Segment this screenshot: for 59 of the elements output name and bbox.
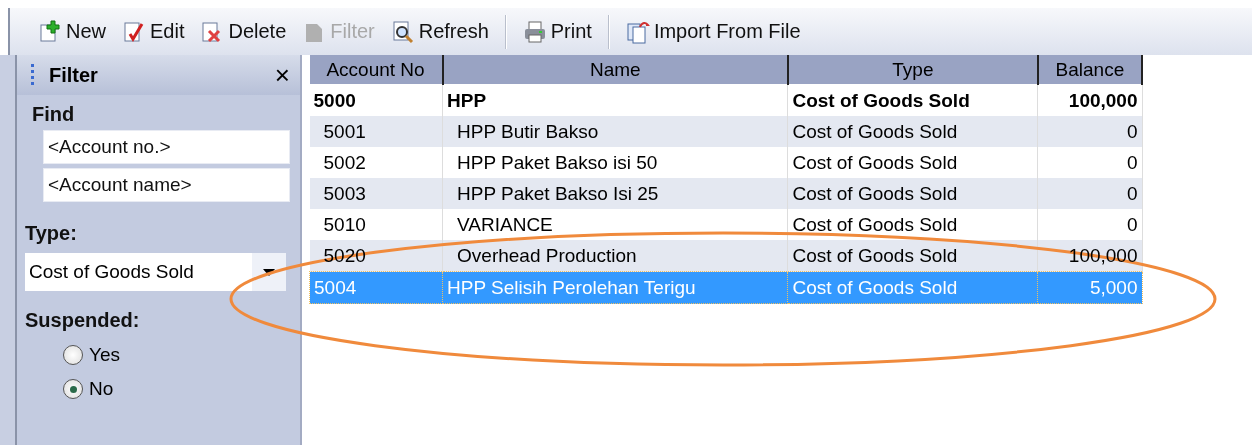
search-field[interactable]: <Account no.> [43,130,290,164]
table-cell: Cost of Goods Sold [792,120,958,142]
table-cell: 0 [1126,120,1138,142]
table-cell: HPP Selisih Perolehan Terigu [447,276,696,298]
toolbar-button[interactable]: Edit [116,17,191,46]
table-cell: HPP Butir Bakso [457,120,599,142]
close-button[interactable]: × [274,59,290,91]
table-cell: HPP Paket Bakso isi 50 [457,151,658,173]
table-row[interactable]: 5001 HPP Butir Bakso Cost of Goods Sold 0 [309,116,1142,147]
edit-document-icon [122,19,146,44]
new-document-icon [38,19,62,44]
table-cell: VARIANCE [457,213,553,235]
table-cell: 0 [1126,182,1138,204]
table-cell: Overhead Production [457,244,637,266]
table-cell: 5010 [323,213,366,235]
table-cell: 0 [1126,213,1138,235]
dropdown-button[interactable] [252,253,286,291]
table-cell: 0 [1126,151,1138,173]
table-cell: Cost of Goods Sold [792,89,970,111]
magnifier-document-icon [390,19,415,44]
column-header[interactable]: Type [787,55,1038,85]
table-cell: 5000 [313,89,356,111]
find-label: Find [32,103,76,126]
table-cell: Cost of Goods Sold [792,244,958,266]
radio-button[interactable] [63,345,83,365]
grip-icon [31,64,35,86]
table-cell: 5003 [323,182,366,204]
column-header[interactable]: Balance [1037,55,1142,85]
table-cell: 5004 [314,276,357,298]
toolbar-separator [607,14,610,49]
caret-icon [263,268,275,276]
type-label: Type: [25,222,78,245]
table-cell: 5002 [323,151,366,173]
panel-title: Filter [49,63,99,87]
table-row[interactable]: 5003 HPP Paket Bakso Isi 25 Cost of Goods Sold 0 [309,178,1142,209]
toolbar-button[interactable]: New [32,17,112,46]
table-cell: Cost of Goods Sold [792,182,958,204]
toolbar-button[interactable]: Delete [194,17,293,46]
table-cell: 5001 [323,120,366,142]
import-file-icon [625,19,650,44]
table-cell: Cost of Goods Sold [792,276,958,298]
table-cell: HPP Paket Bakso Isi 25 [457,182,659,204]
table-cell: 5,000 [1089,276,1138,298]
suspended-label: Suspended: [25,309,141,332]
search-field[interactable]: <Account name> [43,168,290,202]
toolbar-button[interactable]: Refresh [384,17,495,46]
toolbar-button[interactable]: Print [516,17,598,46]
table-cell: 100,000 [1068,89,1138,111]
radio-button[interactable] [63,379,83,399]
toolbar-separator [504,14,507,49]
column-header[interactable]: Account No [309,55,443,85]
table-cell: Cost of Goods Sold [792,151,958,173]
table-cell: HPP [447,89,487,111]
radio-label[interactable]: No [89,378,114,400]
column-header[interactable]: Name [442,55,788,85]
radio-label[interactable]: Yes [89,344,120,366]
table-cell: Cost of Goods Sold [792,213,958,235]
printer-icon [522,19,547,44]
toolbar-button[interactable]: Import From File [619,17,807,46]
